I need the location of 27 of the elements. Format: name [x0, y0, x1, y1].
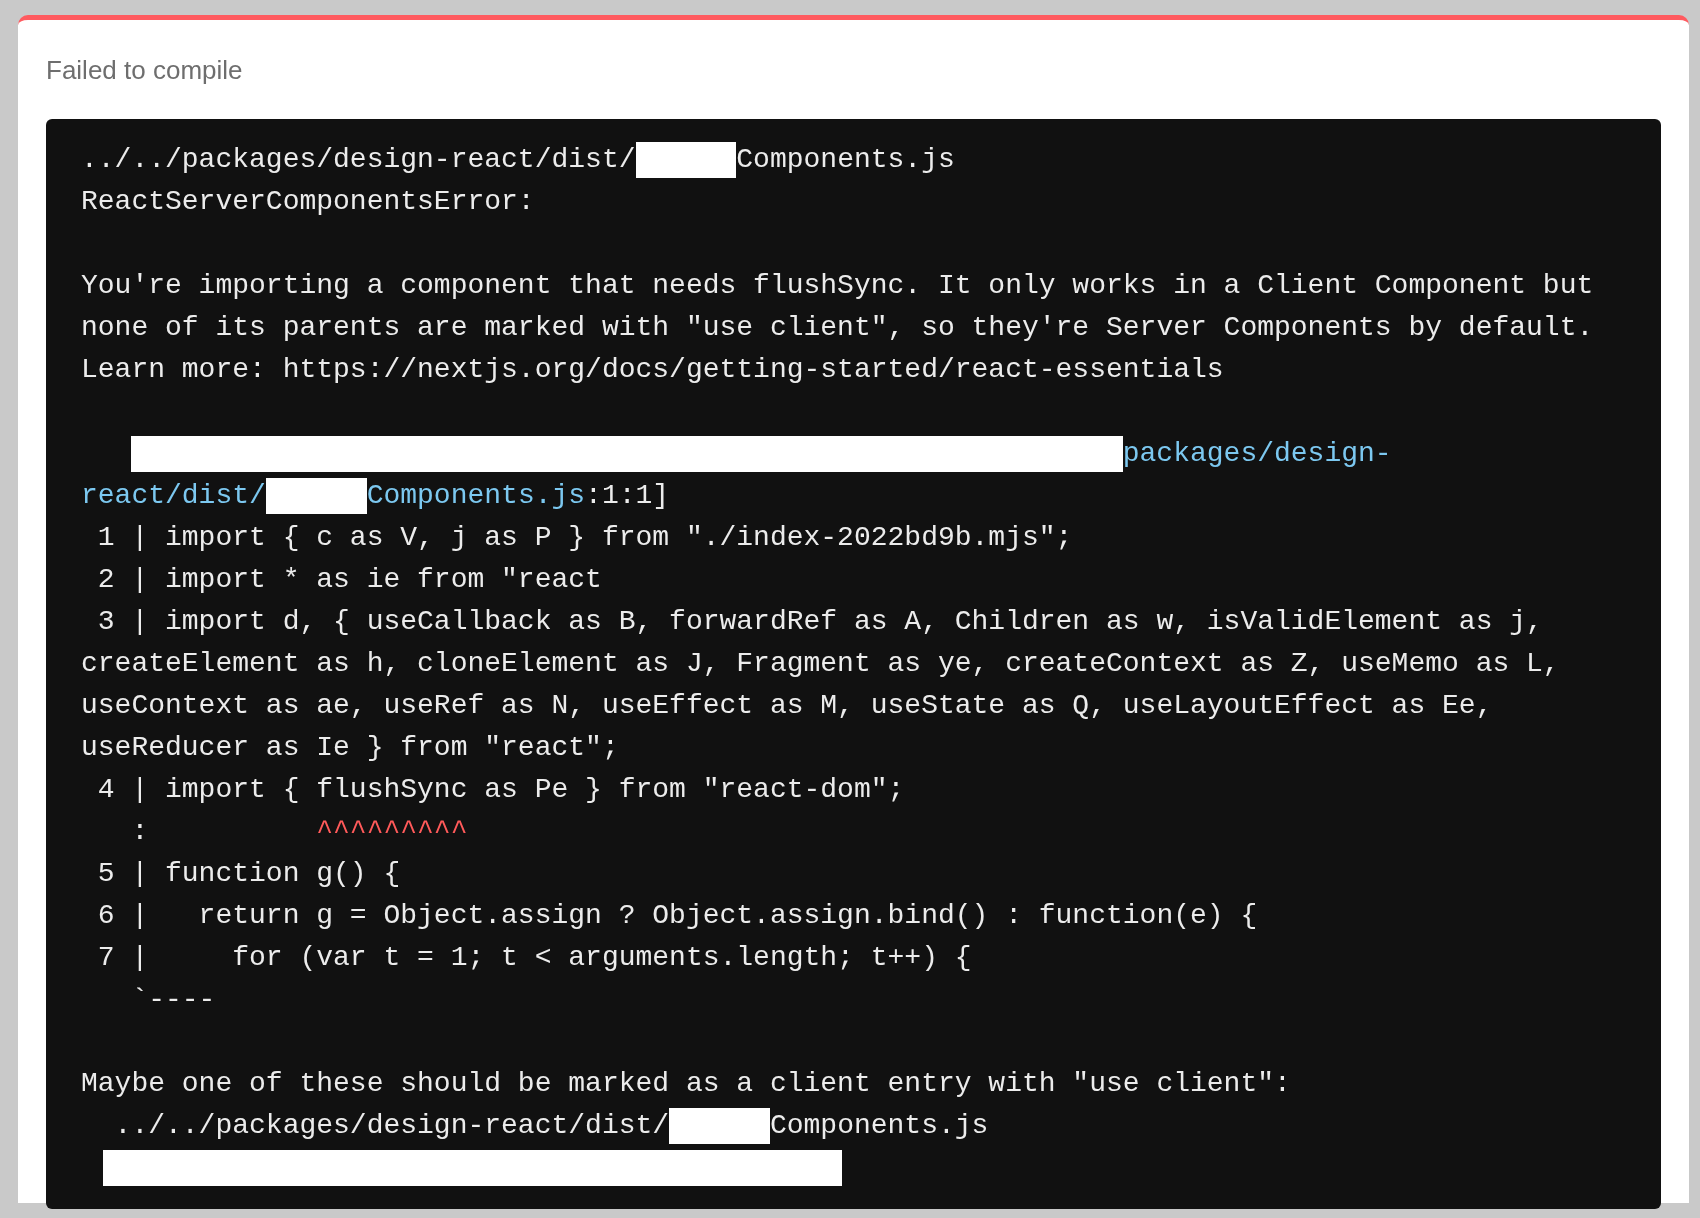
code-text: :1:1] — [585, 480, 670, 511]
code-text: `---- — [130, 984, 216, 1015]
code-text: 6 | return g = Object.assign ? Object.assign.bind() : function(e) { — [96, 900, 1258, 931]
file-path-link[interactable]: Components.js — [366, 480, 586, 511]
error-marker: ^^^^^^^^^ — [316, 816, 468, 847]
code-text: : — [130, 816, 150, 847]
code-text: none of its parents are marked with "use client", so they're Server Components by default. — [81, 312, 1594, 343]
code-text: Components.js — [736, 144, 955, 175]
code-text: useReducer as Ie } from "react"; — [81, 732, 619, 763]
code-text: You're importing a component that needs flushSync. It only works in a Client Component but — [81, 270, 1594, 301]
code-text: ReactServerComponentsError: — [81, 186, 535, 217]
file-path-link[interactable]: packages/design- — [1122, 438, 1392, 469]
code-text: Learn more: https://nextjs.org/docs/getting-started/react-essentials — [81, 354, 1224, 385]
code-text: Maybe one of these should be marked as a client entry with "use client": — [81, 1068, 1291, 1099]
code-text: createElement as h, cloneElement as J, Fragment as ye, createContext as Z, useMemo as L, — [81, 648, 1560, 679]
file-path-link[interactable]: react/dist/ — [81, 480, 266, 511]
code-text: Components.js — [769, 1110, 989, 1141]
code-text: ../../packages/design-react/dist/ — [81, 144, 636, 175]
code-text: ../../packages/design-react/dist/ — [113, 1110, 670, 1141]
code-text: 2 | import * as ie from "react — [96, 564, 602, 595]
code-text: 1 | import { c as V, j as P } from "./index-2022bd9b.mjs"; — [96, 522, 1073, 553]
code-text: 5 | function g() { — [96, 858, 401, 889]
code-text: 4 | import { flushSync as Pe } from "react-dom"; — [96, 774, 905, 805]
dialog-title: Failed to compile — [46, 54, 243, 87]
code-text: useContext as ae, useRef as N, useEffect as M, useState as Q, useLayoutEffect as Ee, — [81, 690, 1493, 721]
code-text: 3 | import d, { useCallback as B, forwardRef as A, Children as w, isValidElement as j, — [96, 606, 1543, 637]
code-text: 7 | for (var t = 1; t < arguments.length; t++) { — [96, 942, 972, 973]
